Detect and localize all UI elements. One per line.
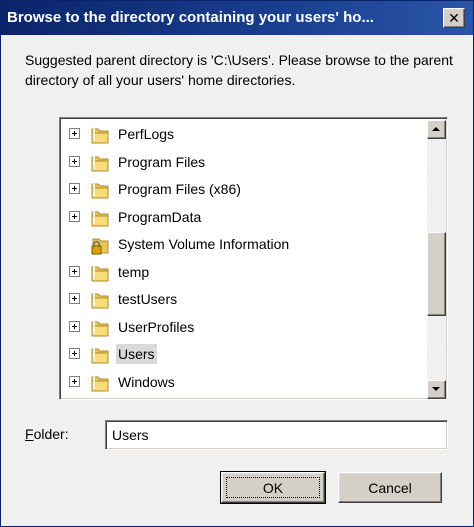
tree-item-label[interactable]: Program Files: [116, 152, 207, 172]
tree-item-label[interactable]: Program Files (x86): [116, 179, 243, 199]
folder-label-text: older:: [33, 426, 69, 442]
tree-item[interactable]: Windows: [62, 370, 422, 394]
expand-plus-icon[interactable]: [69, 266, 80, 277]
browse-dialog: Browse to the directory containing your …: [0, 0, 474, 527]
cancel-button[interactable]: Cancel: [338, 472, 442, 503]
title-bar[interactable]: Browse to the directory containing your …: [1, 1, 473, 35]
expand-plus-icon[interactable]: [69, 348, 80, 359]
expand-plus-icon[interactable]: [69, 183, 80, 194]
tree-item[interactable]: ProgramData: [62, 205, 422, 229]
tree-item[interactable]: temp: [62, 260, 422, 284]
tree-item-label[interactable]: ProgramData: [116, 207, 203, 227]
window-title: Browse to the directory containing your …: [7, 9, 374, 26]
cancel-button-label: Cancel: [368, 479, 412, 496]
tree-item-label[interactable]: Users: [116, 344, 157, 364]
folder-icon: [90, 289, 110, 311]
folder-label: Folder:: [25, 426, 69, 442]
tree-item-label[interactable]: temp: [116, 262, 151, 282]
folder-icon: [90, 207, 110, 229]
tree-item-label[interactable]: System Volume Information: [116, 234, 291, 254]
tree-item[interactable]: System Volume Information: [62, 232, 422, 256]
folder-icon: [90, 124, 110, 146]
folder-icon: [90, 344, 110, 366]
focus-rectangle: [226, 477, 320, 498]
expand-plus-icon[interactable]: [69, 156, 80, 167]
arrow-down-icon: [432, 387, 440, 391]
folder-icon: [90, 179, 110, 201]
tree-item[interactable]: Program Files (x86): [62, 177, 422, 201]
folder-tree[interactable]: PerfLogs Program Files Program Files (x86)…: [59, 117, 448, 400]
tree-item[interactable]: Program Files: [62, 150, 422, 174]
scroll-up-button[interactable]: [427, 120, 446, 139]
scroll-thumb[interactable]: [427, 232, 446, 316]
folder-icon: [90, 317, 110, 339]
expand-plus-icon[interactable]: [69, 211, 80, 222]
tree-item[interactable]: Users: [62, 342, 422, 366]
tree-item[interactable]: UserProfiles: [62, 315, 422, 339]
locked-folder-icon: [90, 234, 110, 256]
tree-item[interactable]: testUsers: [62, 287, 422, 311]
expand-plus-icon[interactable]: [69, 376, 80, 387]
vertical-scrollbar[interactable]: [427, 120, 446, 399]
tree-item-label[interactable]: testUsers: [116, 289, 179, 309]
expand-plus-icon[interactable]: [69, 128, 80, 139]
folder-icon: [90, 372, 110, 394]
tree-item-label[interactable]: PerfLogs: [116, 124, 176, 144]
ok-button[interactable]: OK: [220, 471, 326, 504]
folder-icon: [90, 152, 110, 174]
folder-icon: [90, 262, 110, 284]
tree-item-label[interactable]: UserProfiles: [116, 317, 196, 337]
arrow-up-icon: [432, 127, 440, 131]
close-icon: ✕: [448, 9, 460, 26]
tree-item[interactable]: PerfLogs: [62, 122, 422, 146]
expand-plus-icon[interactable]: [69, 293, 80, 304]
folder-label-accelerator: F: [25, 426, 34, 442]
close-button[interactable]: ✕: [443, 8, 465, 28]
tree-item-label[interactable]: Windows: [116, 372, 177, 392]
expand-plus-icon[interactable]: [69, 321, 80, 332]
folder-input[interactable]: [105, 420, 448, 450]
instruction-text: Suggested parent directory is 'C:\Users'…: [25, 52, 453, 88]
folder-tree-list: PerfLogs Program Files Program Files (x86)…: [62, 120, 427, 399]
scroll-down-button[interactable]: [427, 380, 446, 399]
